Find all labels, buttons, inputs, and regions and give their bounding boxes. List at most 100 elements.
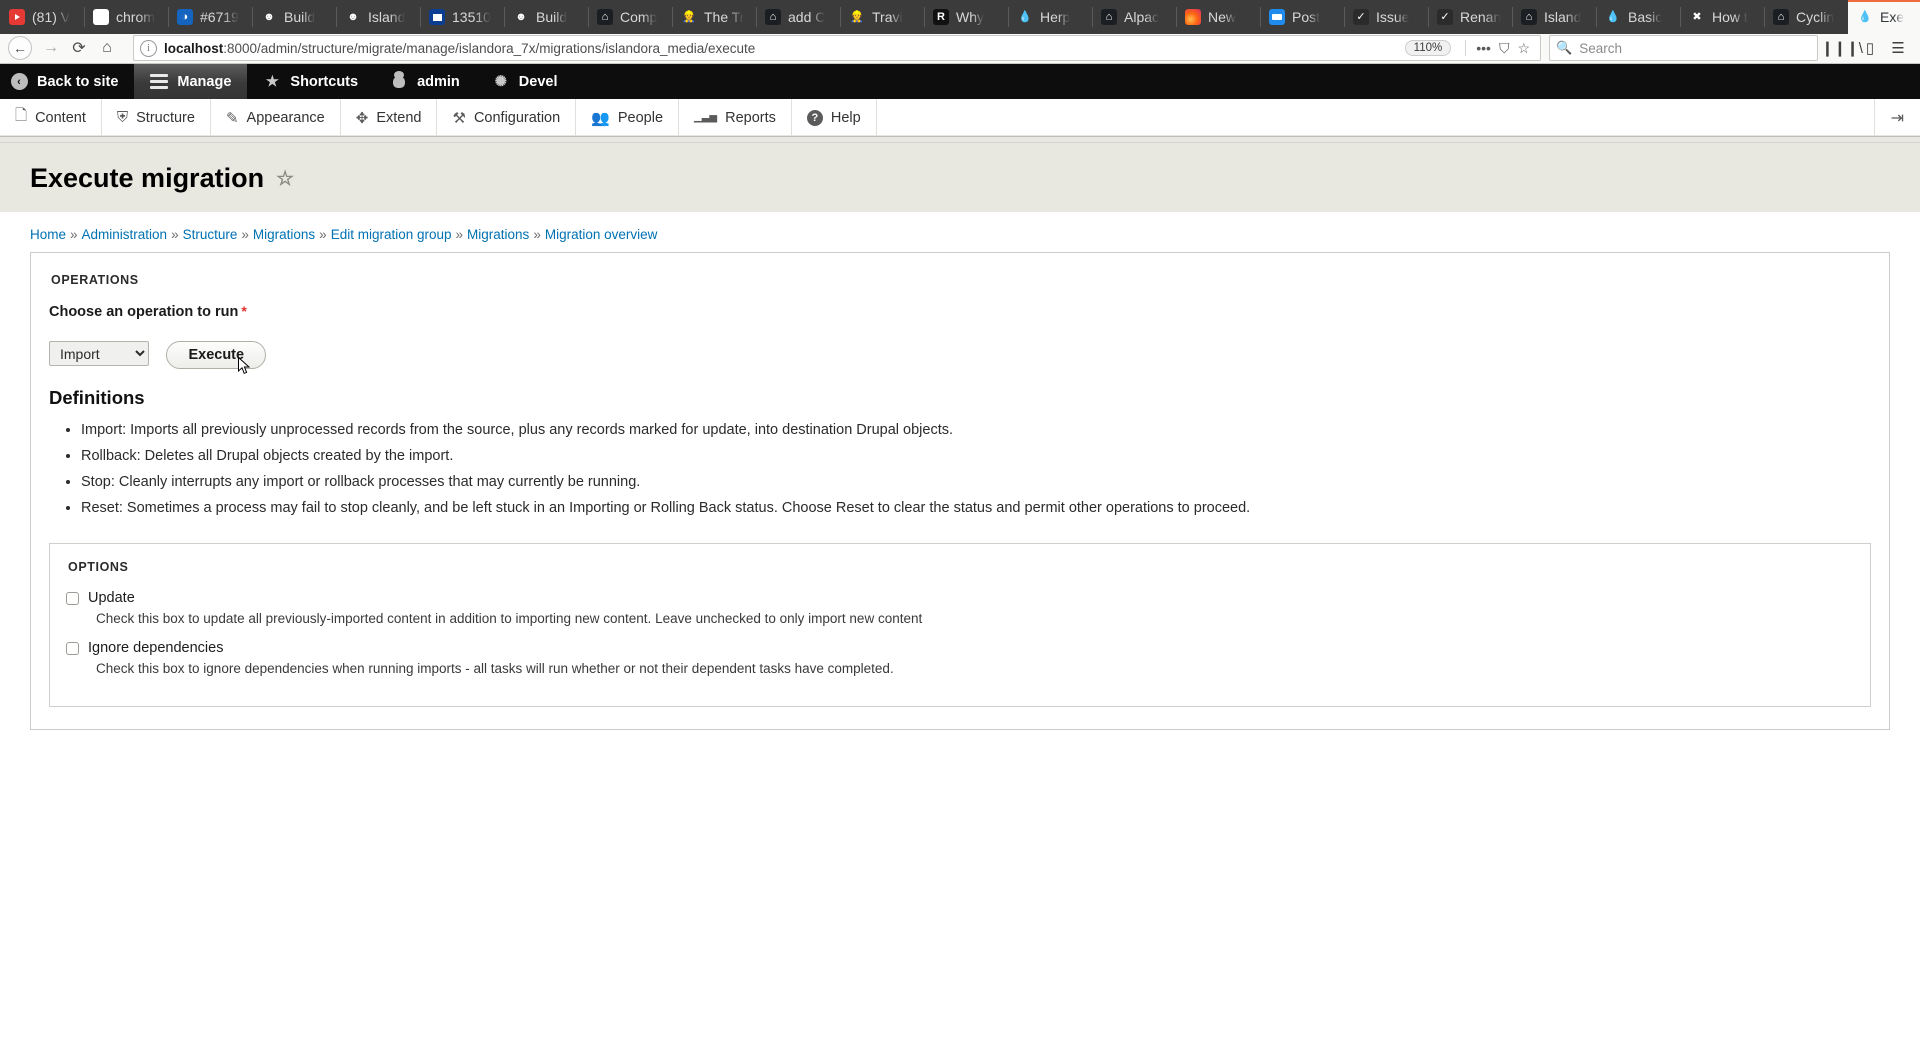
- travis-icon: ☻: [347, 10, 359, 23]
- menu-item-label: Reports: [725, 109, 776, 126]
- breadcrumb-link[interactable]: Migration overview: [545, 227, 658, 242]
- definition-item: Stop: Cleanly interrupts any import or r…: [81, 471, 1871, 493]
- breadcrumb: Home» Administration» Structure» Migrations…: [0, 212, 1920, 252]
- browser-nav-right: ❙❙❙\ ▯ ☰: [1821, 35, 1912, 61]
- option-label[interactable]: Ignore dependencies: [88, 640, 223, 656]
- breadcrumb-link[interactable]: Home: [30, 227, 66, 242]
- browser-tab-label: Island: [1544, 9, 1582, 25]
- browser-tab-label: Basic: [1628, 9, 1663, 25]
- browser-tab[interactable]: ✓ Renan: [1428, 0, 1512, 34]
- menu-item-reports[interactable]: ▁▃▅ Reports: [679, 99, 792, 136]
- menu-item-label: People: [617, 109, 664, 126]
- browser-tab-label: Build: [536, 9, 568, 25]
- toolbar-item-devel[interactable]: ✺ Devel: [476, 64, 574, 99]
- page-actions-icon[interactable]: •••: [1476, 40, 1491, 56]
- browser-tab[interactable]: New: [1176, 0, 1260, 34]
- browser-tab[interactable]: ⌂ Comp: [588, 0, 672, 34]
- youtube-icon: [9, 9, 25, 25]
- back-arrow-icon: ‹: [10, 73, 28, 91]
- browser-tab[interactable]: 👷 The Tr: [672, 0, 756, 34]
- pocket-icon[interactable]: ⛉: [1499, 40, 1510, 57]
- browser-tab-label: #6719: [200, 9, 239, 25]
- github-icon: ⌂: [1101, 9, 1117, 25]
- menu-item-label: Structure: [136, 109, 195, 126]
- browser-tab[interactable]: ⌂ Island: [1512, 0, 1596, 34]
- reload-button[interactable]: ⟳: [65, 35, 93, 61]
- browser-tab[interactable]: ☻ Build: [504, 0, 588, 34]
- browser-tab[interactable]: 👷 Travi: [840, 0, 924, 34]
- breadcrumb-link[interactable]: Migrations: [467, 227, 529, 242]
- browser-tab[interactable]: ☻ Build: [252, 0, 336, 34]
- toolbar-orientation-toggle[interactable]: ⇥: [1873, 99, 1920, 136]
- definition-item: Import: Imports all previously unprocess…: [81, 419, 1871, 441]
- browser-tab-label: Herp: [1040, 9, 1071, 25]
- search-icon: 🔍: [1556, 40, 1573, 55]
- execute-button[interactable]: Execute: [166, 341, 267, 369]
- star-icon[interactable]: ☆: [276, 166, 294, 191]
- browser-tab[interactable]: ⌂ add C: [756, 0, 840, 34]
- sidebar-icon[interactable]: ▯: [1856, 35, 1884, 61]
- browser-search-bar[interactable]: 🔍 Search: [1549, 35, 1818, 61]
- browser-tab[interactable]: Gchrom: [84, 0, 168, 34]
- forward-button[interactable]: →: [37, 35, 65, 61]
- user-icon: [390, 70, 408, 91]
- construction-worker-icon: 👷: [850, 10, 864, 23]
- drupal-admin-toolbar: ‹ Back to site Manage ★ Shortcuts admin ✺ Devel: [0, 64, 1920, 99]
- library-icon[interactable]: ❙❙❙\: [1821, 35, 1863, 61]
- browser-tab[interactable]: 💧 Basic: [1596, 0, 1680, 34]
- menu-item-appearance[interactable]: ✎ Appearance: [211, 99, 341, 136]
- page-title-row: Execute migration ☆: [30, 163, 1890, 194]
- browser-tab[interactable]: Post: [1260, 0, 1344, 34]
- menu-item-structure[interactable]: ⛨ Structure: [102, 99, 211, 136]
- home-button[interactable]: ⌂: [93, 35, 121, 61]
- browser-tab[interactable]: ◑ #6719: [168, 0, 252, 34]
- browser-tab-label: add C: [788, 9, 826, 25]
- url-text: localhost:8000/admin/structure/migrate/m…: [164, 40, 756, 56]
- checkbox-ignore-dependencies[interactable]: [66, 641, 79, 655]
- toolbar-item-admin[interactable]: admin: [374, 64, 476, 99]
- breadcrumb-link[interactable]: Migrations: [253, 227, 315, 242]
- back-button[interactable]: ←: [8, 36, 32, 60]
- toolbar-item-label: admin: [417, 73, 460, 90]
- menu-item-content[interactable]: 🗋 Content: [0, 99, 102, 136]
- toolbar-item-back-to-site[interactable]: ‹ Back to site: [0, 64, 134, 99]
- browser-tab[interactable]: ✖ How t: [1680, 0, 1764, 34]
- menu-item-people[interactable]: 👥 People: [576, 99, 680, 136]
- browser-tab[interactable]: ⌂ Cyclin: [1764, 0, 1848, 34]
- app-menu-icon[interactable]: ☰: [1884, 35, 1912, 61]
- site-info-icon[interactable]: i: [140, 39, 157, 57]
- definition-item: Reset: Sometimes a process may fail to s…: [81, 497, 1871, 519]
- browser-tab[interactable]: R Why: [924, 0, 1008, 34]
- option-label[interactable]: Update: [88, 590, 135, 606]
- breadcrumb-separator: »: [533, 227, 541, 242]
- toolbar-item-shortcuts[interactable]: ★ Shortcuts: [247, 64, 374, 99]
- browser-tab[interactable]: ✓ Issue: [1344, 0, 1428, 34]
- sitemap-icon: ⛨: [116, 109, 129, 126]
- readme-icon: R: [933, 9, 949, 25]
- option-row: Ignore dependencies Check this box to ign…: [66, 640, 1854, 676]
- address-bar[interactable]: i localhost:8000/admin/structure/migrate…: [133, 35, 1541, 61]
- breadcrumb-link[interactable]: Edit migration group: [331, 227, 452, 242]
- breadcrumb-link[interactable]: Structure: [183, 227, 238, 242]
- menu-item-configuration[interactable]: ⚒ Configuration: [437, 99, 577, 136]
- github-icon: ⌂: [597, 9, 613, 25]
- option-checkbox-line: Update: [66, 590, 1854, 606]
- checkbox-update[interactable]: [66, 591, 79, 605]
- browser-tab[interactable]: ⌂ Alpac: [1092, 0, 1176, 34]
- menu-item-help[interactable]: ? Help: [792, 99, 877, 136]
- browser-tab[interactable]: 💧Exe✕: [1848, 0, 1920, 34]
- menu-item-label: Appearance: [246, 109, 325, 126]
- browser-tab[interactable]: 💧 Herp: [1008, 0, 1092, 34]
- browser-nav-bar: ← → ⟳ ⌂ i localhost:8000/admin/structure…: [0, 34, 1920, 64]
- bookmark-star-icon[interactable]: ☆: [1517, 40, 1530, 57]
- people-icon: 👥: [591, 109, 610, 127]
- browser-tab[interactable]: 13510: [420, 0, 504, 34]
- menu-item-extend[interactable]: ✥ Extend: [341, 99, 438, 136]
- options-fieldset: Options Update Check this box to update a…: [49, 543, 1871, 708]
- toolbar-item-manage[interactable]: Manage: [134, 64, 248, 99]
- operation-select[interactable]: ImportRollbackStopReset: [49, 341, 149, 366]
- browser-tab[interactable]: ☻ Island: [336, 0, 420, 34]
- breadcrumb-link[interactable]: Administration: [82, 227, 168, 242]
- zoom-level-indicator[interactable]: 110%: [1404, 40, 1452, 56]
- browser-tab[interactable]: (81) V: [0, 0, 84, 34]
